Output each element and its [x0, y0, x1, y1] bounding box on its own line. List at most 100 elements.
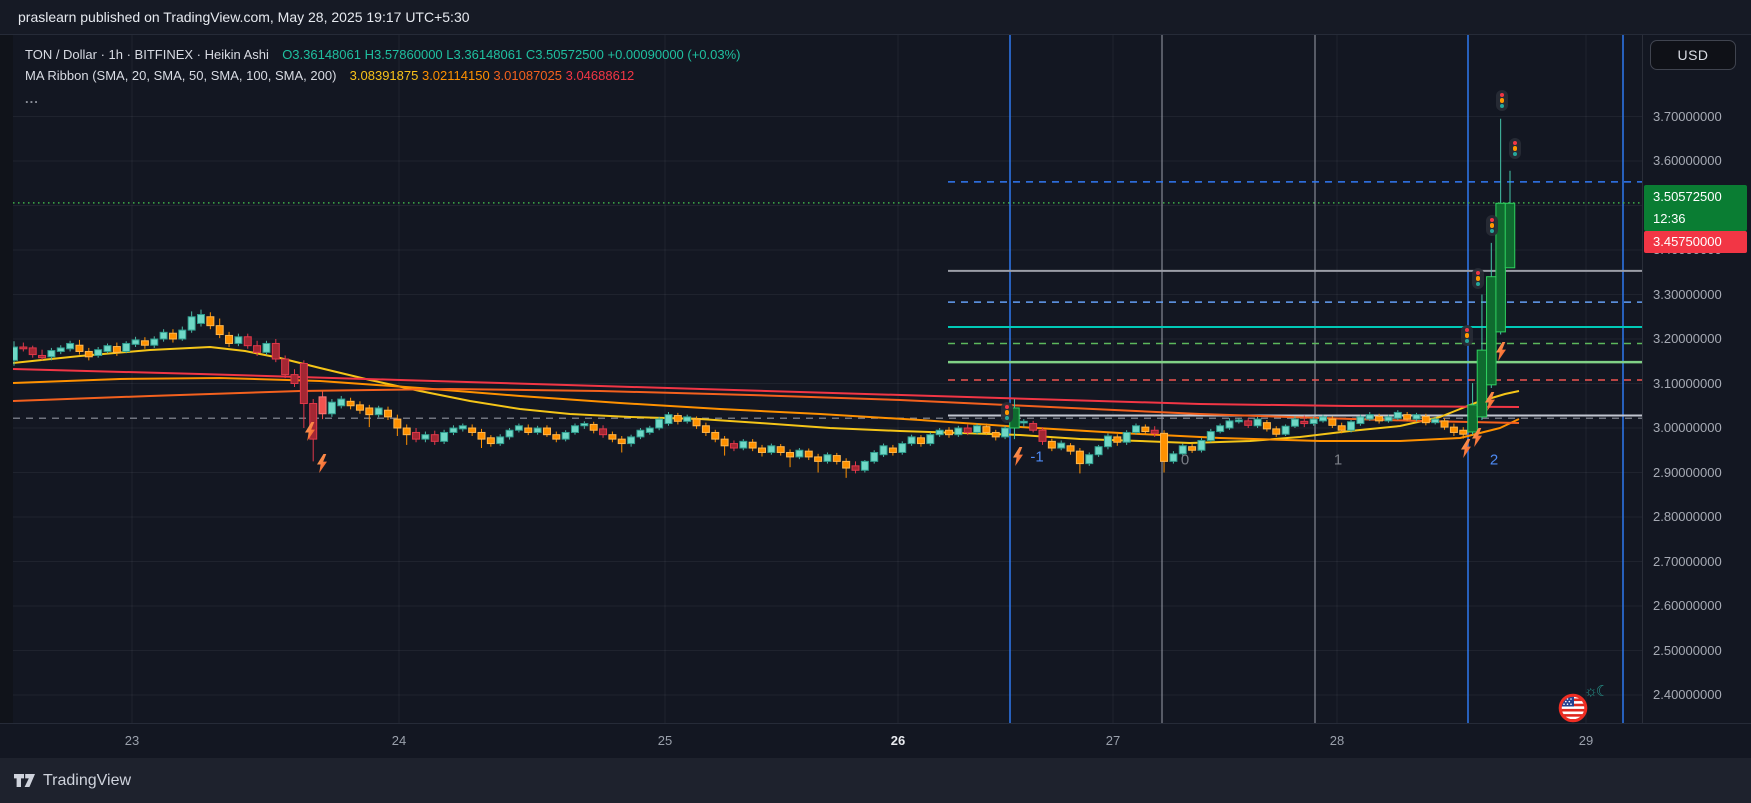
- candle: [347, 401, 354, 405]
- candle: [282, 359, 289, 375]
- candle: [1048, 441, 1055, 448]
- candle: [749, 442, 756, 448]
- candle: [441, 432, 448, 441]
- candle: [572, 426, 579, 433]
- ohlc-value: L3.36148061: [446, 47, 526, 62]
- traffic-light-emoji: [1496, 90, 1508, 111]
- tradingview-brand[interactable]: TradingView: [43, 772, 131, 790]
- candle: [76, 345, 83, 351]
- pivot-count-label: -1: [1030, 449, 1043, 466]
- candle: [1254, 419, 1261, 426]
- candle: [487, 438, 494, 444]
- legend-more-ellipsis[interactable]: ...: [25, 88, 741, 109]
- symbol-title[interactable]: TON / Dollar · 1h · BITFINEX · Heikin As…: [25, 47, 269, 62]
- ma-value: 3.04688612: [566, 68, 635, 83]
- ma-line: [13, 369, 1519, 407]
- candle: [590, 424, 597, 430]
- candle: [759, 448, 766, 452]
- time-axis-label[interactable]: 27: [1106, 733, 1120, 748]
- candle: [637, 430, 644, 437]
- candle: [1114, 437, 1121, 442]
- candle: [319, 397, 326, 414]
- ohlc-value: C3.50572500: [526, 47, 608, 62]
- candle: [1058, 443, 1065, 448]
- real-price-label: 3.45750000: [1644, 231, 1747, 253]
- candle: [1067, 446, 1074, 451]
- candle: [450, 428, 457, 432]
- time-axis-label[interactable]: 29: [1579, 733, 1593, 748]
- candle: [927, 435, 934, 444]
- publish-header: praslearn published on TradingView.com, …: [0, 0, 1751, 35]
- lightning-bolt-emoji: [1470, 428, 1484, 453]
- candle: [796, 450, 803, 457]
- time-axis-label[interactable]: 23: [125, 733, 139, 748]
- candle: [843, 461, 850, 468]
- ohlc-value: H3.57860000: [365, 47, 447, 62]
- lightning-bolt-emoji: [303, 422, 317, 447]
- candle: [936, 430, 943, 434]
- time-axis-label[interactable]: 28: [1330, 733, 1344, 748]
- time-axis-label[interactable]: 24: [392, 733, 406, 748]
- candle: [1460, 430, 1467, 434]
- traffic-light-emoji: [1509, 138, 1521, 159]
- candle: [1376, 416, 1383, 420]
- candle: [525, 428, 532, 432]
- tradingview-logo-icon[interactable]: [14, 773, 36, 788]
- candle: [880, 446, 887, 455]
- candle: [216, 326, 223, 335]
- candle: [403, 428, 410, 435]
- symbol-row[interactable]: TON / Dollar · 1h · BITFINEX · Heikin As…: [25, 44, 741, 65]
- candle: [974, 426, 981, 433]
- pivot-count-label: 2: [1490, 452, 1498, 469]
- candle: [1161, 433, 1168, 461]
- candle: [95, 350, 102, 356]
- candle: [328, 402, 335, 414]
- candle: [244, 337, 251, 346]
- candle: [1123, 432, 1130, 442]
- candle: [291, 375, 298, 384]
- candle: [113, 347, 120, 353]
- price-axis-label: 3.60000000: [1653, 153, 1722, 168]
- indicator-row[interactable]: MA Ribbon (SMA, 20, SMA, 50, SMA, 100, S…: [25, 65, 741, 86]
- candle: [1039, 430, 1046, 441]
- price-axis[interactable]: 3.700000003.600000003.400000003.30000000…: [1642, 35, 1751, 723]
- candle: [787, 452, 794, 456]
- candle: [646, 428, 653, 432]
- ma-line: [13, 378, 1519, 441]
- candle: [1133, 426, 1140, 433]
- candle: [1413, 415, 1420, 419]
- candle: [385, 410, 392, 417]
- price-axis-label: 2.80000000: [1653, 509, 1722, 524]
- chart-legend: TON / Dollar · 1h · BITFINEX · Heikin As…: [25, 44, 741, 109]
- candle: [833, 456, 840, 462]
- candle: [39, 355, 46, 357]
- candle: [1450, 427, 1457, 432]
- candle: [394, 419, 401, 428]
- candle: [861, 461, 868, 470]
- indicator-title[interactable]: MA Ribbon (SMA, 20, SMA, 50, SMA, 100, S…: [25, 68, 336, 83]
- candle: [1151, 430, 1158, 433]
- candle: [1104, 436, 1111, 447]
- candle: [300, 363, 307, 403]
- candle: [955, 428, 962, 435]
- sun-moon-doodle: ☼☾: [1584, 682, 1607, 700]
- candle: [628, 437, 635, 444]
- candle: [1357, 417, 1364, 424]
- candle: [132, 340, 139, 344]
- candle: [805, 451, 812, 457]
- time-axis[interactable]: 23 24 25 26 27 28 29: [0, 723, 1751, 759]
- candle: [852, 466, 859, 470]
- candle: [515, 426, 522, 430]
- candle: [254, 346, 261, 353]
- time-axis-label[interactable]: 26: [891, 733, 905, 748]
- price-axis-label: 2.60000000: [1653, 598, 1722, 613]
- candle: [338, 399, 345, 406]
- currency-toggle-button[interactable]: USD: [1650, 40, 1736, 70]
- ma-ribbon-values: 3.08391875 3.02114150 3.01087025 3.04688…: [350, 68, 635, 83]
- price-axis-label: 3.20000000: [1653, 331, 1722, 346]
- candle: [1086, 455, 1093, 464]
- ohlc-value: O3.36148061: [282, 47, 364, 62]
- time-axis-label[interactable]: 25: [658, 733, 672, 748]
- candle: [1338, 426, 1345, 430]
- candle: [1310, 419, 1317, 423]
